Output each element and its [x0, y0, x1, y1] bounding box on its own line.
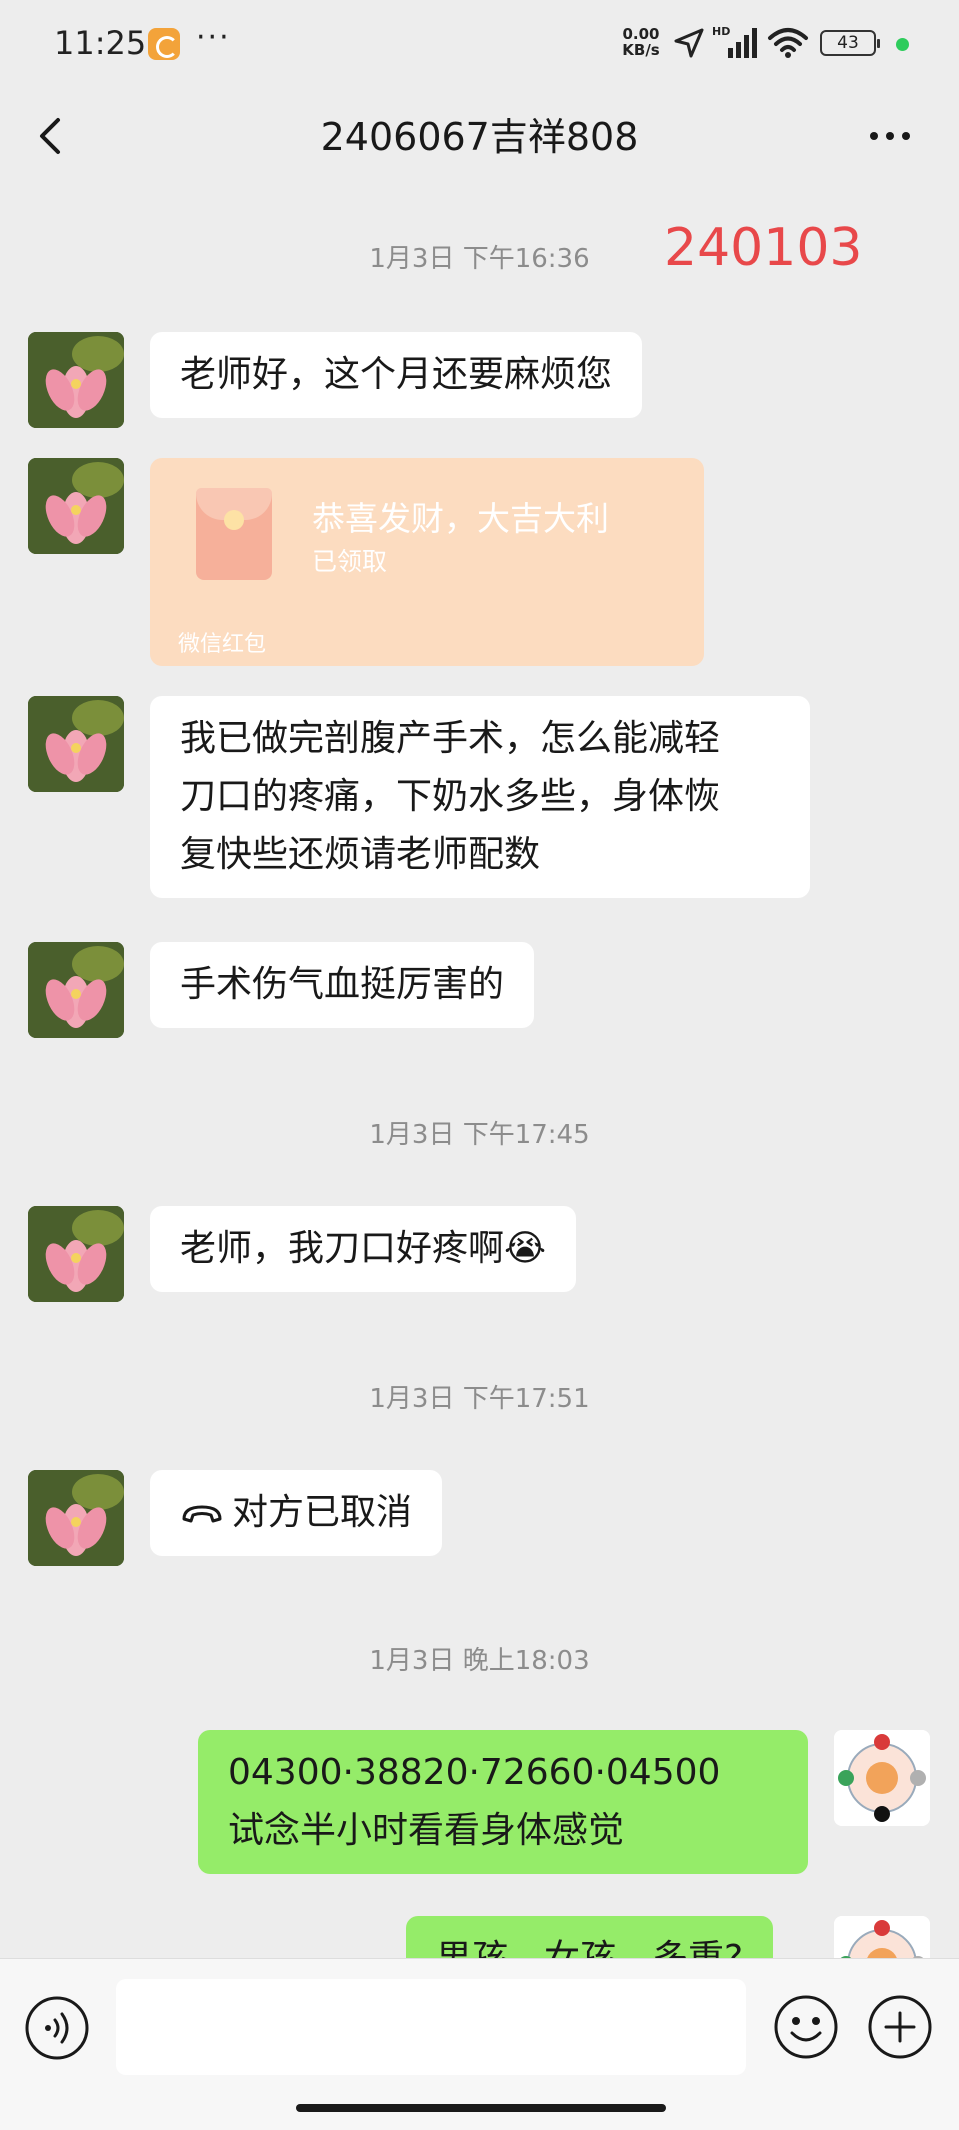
message-bubble[interactable]: 我已做完剖腹产手术，怎么能减轻 刀口的疼痛，下奶水多些，身体恢 复快些还烦请老师… [150, 696, 810, 898]
app-notification-icon [148, 28, 180, 60]
network-speed-unit: KB/s [622, 41, 660, 59]
avatar[interactable] [28, 332, 124, 428]
timestamp: 1月3日 晚上18:03 [369, 1646, 590, 1676]
call-message-bubble[interactable]: 对方已取消 [150, 1470, 443, 1556]
self-avatar[interactable] [834, 1730, 930, 1826]
message-line: 试念半小时看看身体感觉 [228, 1810, 625, 1851]
message-bubble[interactable]: 老师，我刀口好疼啊😭 [150, 1206, 577, 1292]
red-envelope-icon [196, 488, 272, 580]
call-status-text: 对方已取消 [232, 1492, 413, 1533]
lotus-avatar-icon [28, 1470, 124, 1566]
lotus-avatar-icon [28, 332, 124, 428]
status-more-dots: ··· [196, 20, 231, 55]
wifi-icon [768, 28, 808, 58]
red-packet-card[interactable]: 恭喜发财，大吉大利 已领取 微信红包 [150, 458, 704, 666]
status-time: 11:25 [54, 24, 147, 62]
avatar[interactable] [28, 1470, 124, 1566]
avatar[interactable] [28, 1206, 124, 1302]
chat-header: 2406067吉祥808 [0, 86, 959, 186]
voice-icon[interactable] [24, 1995, 90, 2061]
home-indicator[interactable] [296, 2104, 666, 2112]
red-packet-footer: 微信红包 [178, 632, 267, 657]
chevron-left-icon[interactable] [30, 108, 70, 164]
battery-icon: 43 [820, 30, 880, 56]
message-bubble-self[interactable]: 04300·38820·72660·04500 试念半小时看看身体感觉 [198, 1730, 808, 1874]
red-packet-status: 已领取 [312, 547, 388, 576]
network-speed-value: 0.00 [622, 25, 660, 43]
avatar[interactable] [28, 696, 124, 792]
message-bubble[interactable]: 手术伤气血挺厉害的 [150, 942, 535, 1028]
signal-icon: HD [712, 25, 757, 58]
status-bar: 11:25 ··· 0.00 KB/s HD 43 [0, 0, 959, 86]
message-bubble[interactable]: 老师好，这个月还要麻烦您 [150, 332, 643, 418]
lotus-avatar-icon [28, 1206, 124, 1302]
avatar[interactable] [28, 458, 124, 554]
chat-title: 2406067吉祥808 [320, 115, 639, 159]
status-green-dot [896, 38, 909, 51]
message-line: 我已做完剖腹产手术，怎么能减轻 [180, 718, 721, 759]
message-input[interactable] [116, 1979, 746, 2075]
red-packet-title: 恭喜发财，大吉大利 [312, 499, 609, 538]
message-line: 刀口的疼痛，下奶水多些，身体恢 [180, 776, 721, 817]
network-type-label: HD [712, 25, 730, 38]
emoji-icon[interactable] [772, 1993, 840, 2061]
lotus-avatar-icon [28, 458, 124, 554]
avatar[interactable] [28, 942, 124, 1038]
more-dots-icon[interactable] [862, 110, 918, 162]
handwritten-annotation: 240103 [664, 218, 863, 278]
phone-hangup-icon [182, 1505, 222, 1523]
message-line: 04300·38820·72660·04500 [228, 1752, 721, 1793]
plus-icon[interactable] [866, 1993, 934, 2061]
network-speed: 0.00 KB/s [616, 26, 666, 58]
message-line: 复快些还烦请老师配数 [180, 834, 541, 875]
location-arrow-icon [674, 28, 704, 58]
yin-yang-diagram-avatar-icon [834, 1730, 930, 1826]
lotus-avatar-icon [28, 696, 124, 792]
lotus-avatar-icon [28, 942, 124, 1038]
timestamp: 1月3日 下午17:51 [369, 1384, 590, 1414]
timestamp: 1月3日 下午17:45 [369, 1120, 590, 1150]
